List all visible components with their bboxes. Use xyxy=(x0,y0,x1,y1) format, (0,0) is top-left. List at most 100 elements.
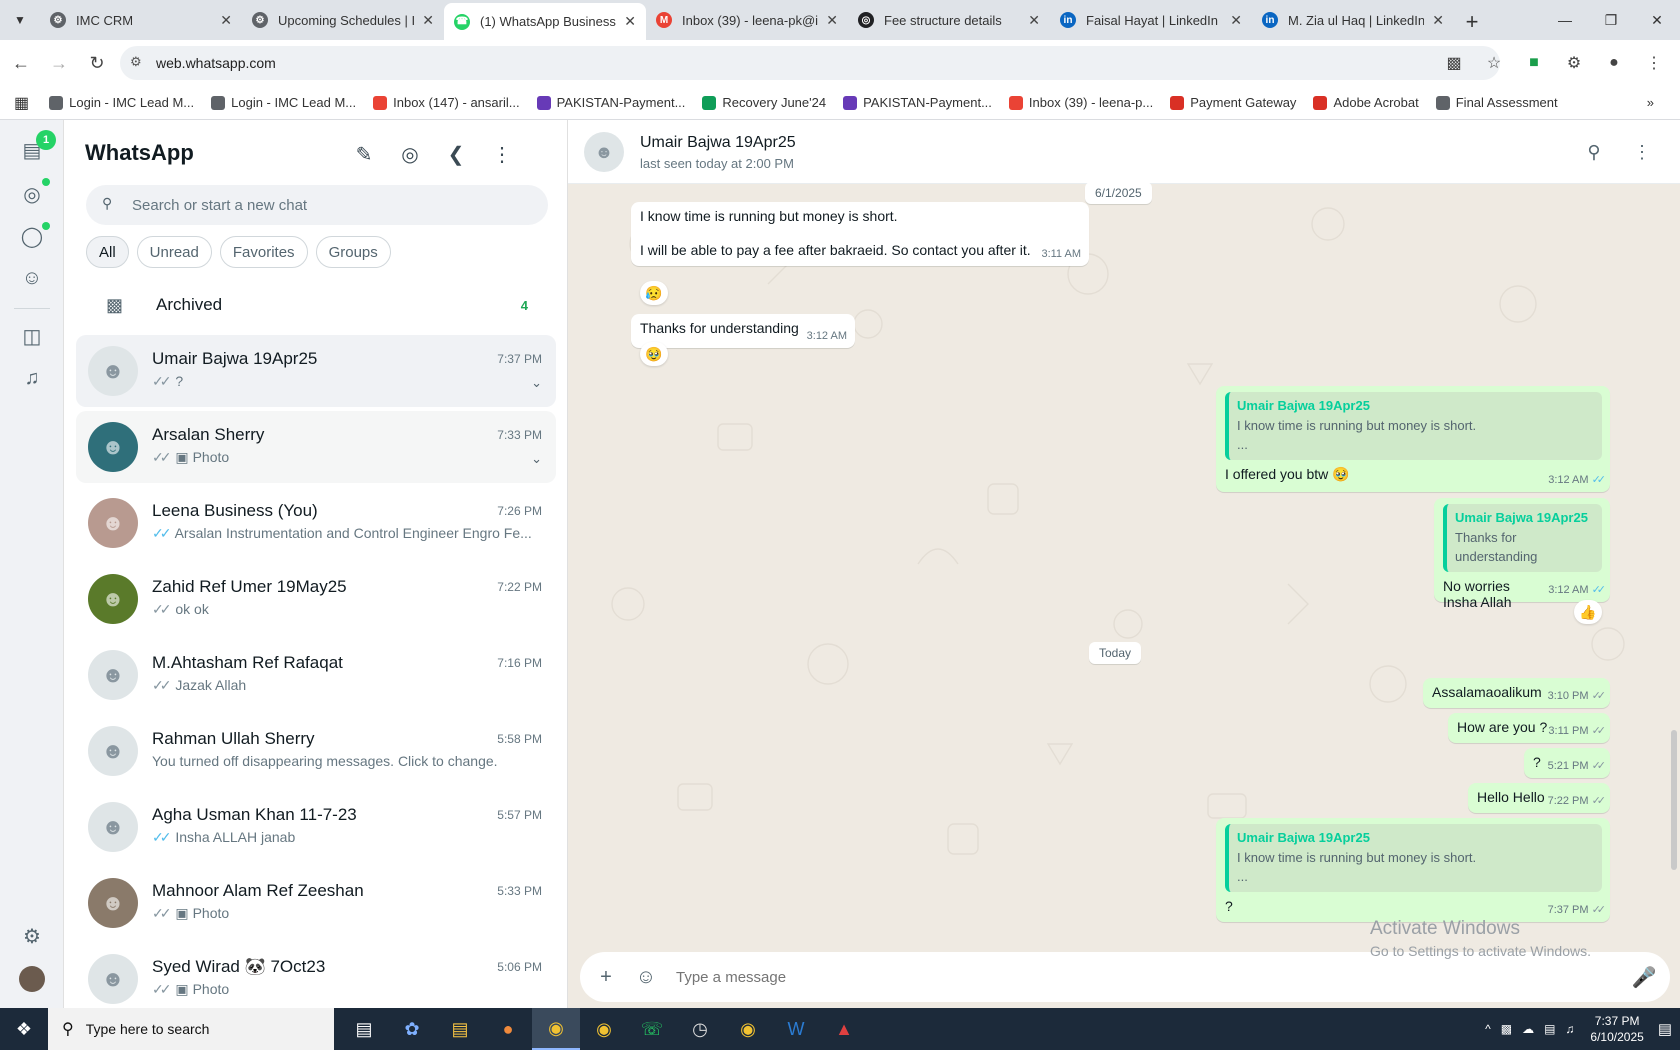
conversation-header[interactable]: ☻ Umair Bajwa 19Apr25 last seen today at… xyxy=(568,120,1680,184)
chevron-down-icon[interactable]: ⌄ xyxy=(531,375,542,391)
taskbar-clock[interactable]: 7:37 PM 6/10/2025 xyxy=(1590,1013,1643,1045)
taskbar-search-input[interactable]: ⚲ Type here to search xyxy=(48,1008,334,1050)
bookmark-item[interactable]: Inbox (39) - leena-p... xyxy=(1008,95,1153,110)
message-input[interactable] xyxy=(666,957,1624,997)
message-reaction[interactable]: 👍 xyxy=(1574,600,1602,624)
filter-chip-groups[interactable]: Groups xyxy=(315,236,391,268)
tab-close-icon[interactable]: ✕ xyxy=(220,12,232,29)
app-icon[interactable]: ● xyxy=(484,1008,532,1050)
outgoing-message[interactable]: Umair Bajwa 19Apr25 I know time is runni… xyxy=(1216,818,1610,922)
browser-menu-icon[interactable]: ⋮ xyxy=(1638,46,1670,80)
chat-avatar[interactable]: ☻ xyxy=(88,878,138,928)
clock-app-icon[interactable]: ◷ xyxy=(676,1008,724,1050)
conversation-menu-icon[interactable]: ⋮ xyxy=(1628,138,1656,166)
chat-avatar[interactable]: ☻ xyxy=(88,802,138,852)
new-tab-button[interactable]: + xyxy=(1454,4,1490,40)
extensions-puzzle-icon[interactable]: ⚙ xyxy=(1558,46,1590,80)
chat-list-item[interactable]: ☻ Arsalan Sherry 7:33 PM ✓✓ ▣ Photo ⌄ xyxy=(76,411,556,483)
bookmark-item[interactable]: Recovery June'24 xyxy=(702,95,826,110)
tab-close-icon[interactable]: ✕ xyxy=(1230,12,1242,29)
hide-eye-icon[interactable]: ◎ xyxy=(396,140,424,168)
bookmark-item[interactable]: Inbox (147) - ansaril... xyxy=(373,95,520,110)
browser-tab[interactable]: in M. Zia ul Haq | LinkedIn ✕ xyxy=(1252,3,1454,37)
browser-tab[interactable]: ◎ Fee structure details ✕ xyxy=(848,3,1050,37)
browser-tab[interactable]: in Faisal Hayat | LinkedIn ✕ xyxy=(1050,3,1252,37)
chat-list-item[interactable]: ☻ M.Ahtasham Ref Rafaqat 7:16 PM ✓✓ Jazak A… xyxy=(76,639,556,711)
minimize-icon[interactable]: — xyxy=(1542,0,1588,40)
browser-tab[interactable]: ☎ (1) WhatsApp Business ✕ xyxy=(444,3,646,40)
bookmark-item[interactable]: Final Assessment xyxy=(1435,95,1558,110)
bookmark-item[interactable]: Login - IMC Lead M... xyxy=(49,95,194,110)
chat-list-item[interactable]: ☻ Rahman Ullah Sherry 5:58 PM You turned of… xyxy=(76,715,556,787)
catalog-icon[interactable]: ◫ xyxy=(16,320,48,352)
outgoing-message[interactable]: Hello Hello 7:22 PM ✓✓ xyxy=(1468,783,1610,813)
meet-icon[interactable]: ▩ xyxy=(1501,1022,1512,1036)
search-messages-icon[interactable]: ⚲ xyxy=(1580,138,1608,166)
reload-icon[interactable]: ↻ xyxy=(80,46,114,80)
whatsapp-taskbar-icon[interactable]: ☏ xyxy=(628,1008,676,1050)
notifications-icon[interactable]: ▤ xyxy=(1658,1020,1672,1038)
tray-chevron-icon[interactable]: ^ xyxy=(1485,1022,1491,1036)
incoming-message[interactable]: Thanks for understanding 3:12 AM xyxy=(631,314,855,348)
new-chat-icon[interactable]: ✎ xyxy=(350,140,378,168)
incoming-message[interactable]: I know time is running but money is shor… xyxy=(631,202,1089,266)
tab-close-icon[interactable]: ✕ xyxy=(624,13,636,30)
chevron-left-icon[interactable]: ❮ xyxy=(442,140,470,168)
quoted-message[interactable]: Umair Bajwa 19Apr25 I know time is runni… xyxy=(1225,392,1602,460)
chat-avatar[interactable]: ☻ xyxy=(88,574,138,624)
install-app-icon[interactable]: ▩ xyxy=(1438,46,1470,80)
filter-chip-all[interactable]: All xyxy=(86,236,129,268)
chat-list-item[interactable]: ☻ Leena Business (You) 7:26 PM ✓✓ Arsalan I… xyxy=(76,487,556,559)
bookmark-item[interactable]: Adobe Acrobat xyxy=(1313,95,1419,110)
tab-close-icon[interactable]: ✕ xyxy=(422,12,434,29)
settings-gear-icon[interactable]: ⚙ xyxy=(16,920,48,952)
attach-plus-icon[interactable]: + xyxy=(586,957,626,997)
bookmark-item[interactable]: Payment Gateway xyxy=(1170,95,1296,110)
chat-avatar[interactable]: ☻ xyxy=(88,422,138,472)
filter-chip-favorites[interactable]: Favorites xyxy=(219,236,308,268)
tab-close-icon[interactable]: ✕ xyxy=(1432,12,1444,29)
apps-grid-icon[interactable]: ▦ xyxy=(14,93,29,113)
forward-icon[interactable]: → xyxy=(42,46,76,80)
bookmark-item[interactable]: Login - IMC Lead M... xyxy=(211,95,356,110)
sticker-icon[interactable]: ☺ xyxy=(626,957,666,997)
chat-avatar[interactable]: ☻ xyxy=(88,726,138,776)
chrome-profile-icon[interactable]: ◉ xyxy=(580,1008,628,1050)
message-reaction[interactable]: 😥 xyxy=(640,281,668,305)
chat-list-item[interactable]: ☻ Mahnoor Alam Ref Zeeshan 5:33 PM ✓✓ ▣ Phot… xyxy=(76,867,556,939)
outgoing-message[interactable]: How are you ? 3:11 PM ✓✓ xyxy=(1448,713,1610,743)
communities-icon[interactable]: ☺ xyxy=(16,262,48,294)
menu-kebab-icon[interactable]: ⋮ xyxy=(488,140,516,168)
word-icon[interactable]: W xyxy=(772,1008,820,1050)
tab-close-icon[interactable]: ✕ xyxy=(1028,12,1040,29)
filter-chip-unread[interactable]: Unread xyxy=(136,236,212,268)
chat-avatar[interactable]: ☻ xyxy=(88,650,138,700)
quoted-message[interactable]: Umair Bajwa 19Apr25 I know time is runni… xyxy=(1225,824,1602,892)
quoted-message[interactable]: Umair Bajwa 19Apr25 Thanks for understan… xyxy=(1443,504,1602,572)
microphone-icon[interactable]: 🎤 xyxy=(1624,957,1664,997)
chrome-icon[interactable]: ◉ xyxy=(532,1008,580,1050)
browser-tab[interactable]: ⚙ Upcoming Schedules | IMC ✕ xyxy=(242,3,444,37)
outgoing-message[interactable]: ? 5:21 PM ✓✓ xyxy=(1524,748,1610,778)
outgoing-message[interactable]: Assalamaoalikum 3:10 PM ✓✓ xyxy=(1423,678,1610,708)
bookmark-more-icon[interactable]: » xyxy=(1647,95,1654,110)
task-view-icon[interactable]: ▤ xyxy=(340,1008,388,1050)
chat-avatar[interactable]: ☻ xyxy=(88,954,138,1004)
chat-list-item[interactable]: ☻ Zahid Ref Umer 19May25 7:22 PM ✓✓ ok ok xyxy=(76,563,556,635)
chat-list-item[interactable]: ☻ Umair Bajwa 19Apr25 7:37 PM ✓✓ ? ⌄ xyxy=(76,335,556,407)
outgoing-message[interactable]: Umair Bajwa 19Apr25 I know time is runni… xyxy=(1216,386,1610,492)
browser-tab[interactable]: ⚙ IMC CRM ✕ xyxy=(40,3,242,37)
chevron-down-icon[interactable]: ⌄ xyxy=(531,451,542,467)
profile-avatar[interactable] xyxy=(19,966,45,992)
bookmark-item[interactable]: PAKISTAN-Payment... xyxy=(536,95,685,110)
broadcast-icon[interactable]: ♫ xyxy=(16,362,48,394)
bookmark-item[interactable]: PAKISTAN-Payment... xyxy=(843,95,992,110)
chat-avatar[interactable]: ☻ xyxy=(88,346,138,396)
onedrive-icon[interactable]: ☁ xyxy=(1522,1022,1534,1036)
network-icon[interactable]: ▤ xyxy=(1544,1022,1555,1036)
archived-row[interactable]: ▩ Archived 4 xyxy=(86,282,548,328)
restore-icon[interactable]: ❐ xyxy=(1588,0,1634,40)
volume-icon[interactable]: ♫ xyxy=(1565,1022,1574,1036)
search-input[interactable]: ⚲ Search or start a new chat xyxy=(86,185,548,225)
file-explorer-icon[interactable]: ▤ xyxy=(436,1008,484,1050)
